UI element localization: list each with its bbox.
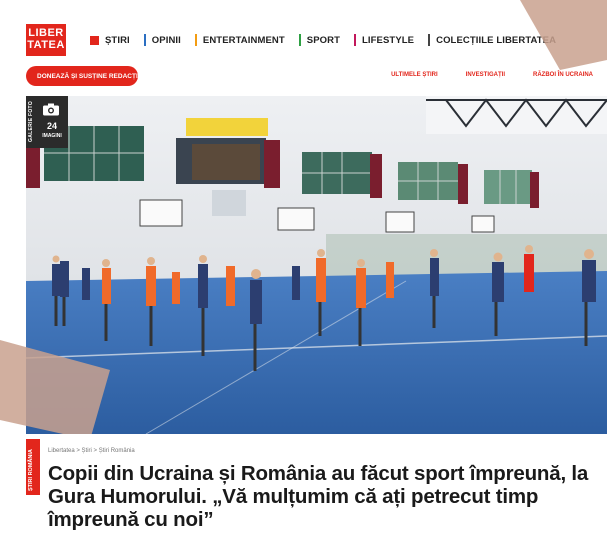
nav-item-stiri[interactable]: ȘTIRI [90,35,130,46]
photo-gallery-badge[interactable]: GALERIE FOTO 24 IMAGINI [26,96,68,148]
nav-marker [194,34,197,46]
secondary-links: ULTIMELE ȘTIRI INVESTIGAȚII RĂZBOI ÎN UC… [363,72,593,78]
link-investigatii[interactable]: INVESTIGAȚII [466,72,505,78]
gallery-count: 24 [46,121,57,131]
nav-label: LIFESTYLE [362,34,415,46]
nav-label: OPINII [151,34,181,46]
article-header: ȘTIRI ROMÂNIA Libertatea > Știri > Știri… [26,434,607,550]
camera-icon [43,103,59,116]
gallery-side-label: GALERIE FOTO [28,100,34,142]
donate-label: DONEAZĂ ȘI SUSȚINE REDACȚIA [37,72,143,80]
gym-scene [26,96,607,434]
nav-label: SPORT [306,34,340,46]
donate-button[interactable]: DONEAZĂ ȘI SUSȚINE REDACȚIA [26,66,142,86]
nav-marker [143,34,146,46]
breadcrumb: Libertatea > Știri > Știri România [48,448,135,454]
corner-decoration-top-right [520,0,607,70]
nav-label: ȘTIRI [105,34,130,46]
nav-label: ENTERTAINMENT [202,34,285,46]
main-nav: ȘTIRI OPINII ENTERTAINMENT SPORT LIFESTY… [90,33,570,47]
link-razboi-ucraina[interactable]: RĂZBOI ÎN UCRAINA [533,72,593,78]
article-page: LIBER TATEA ȘTIRI OPINII ENTERTAINMENT S… [0,0,607,550]
nav-marker [428,34,431,46]
nav-item-sport[interactable]: SPORT [298,34,340,46]
nav-marker [354,34,356,46]
nav-marker [90,35,99,45]
nav-item-opinii[interactable]: OPINII [143,34,181,46]
nav-item-lifestyle[interactable]: LIFESTYLE [354,34,414,46]
category-tag-label: ȘTIRI ROMÂNIA [28,449,34,491]
corner-decoration-left [0,340,110,440]
article-title: Copii din Ucraina și România au făcut sp… [48,462,589,531]
nav-marker [298,34,301,46]
article-hero-photo[interactable]: GALERIE FOTO 24 IMAGINI [26,96,607,434]
logo-line-1: LIBER [28,27,64,39]
site-logo[interactable]: LIBER TATEA [26,24,66,56]
logo-line-2: TATEA [27,39,65,51]
nav-item-entertainment[interactable]: ENTERTAINMENT [194,34,285,46]
link-ultimele-stiri[interactable]: ULTIMELE ȘTIRI [391,72,438,78]
category-tag[interactable]: ȘTIRI ROMÂNIA [26,439,40,495]
gallery-label: IMAGINI [42,133,62,139]
